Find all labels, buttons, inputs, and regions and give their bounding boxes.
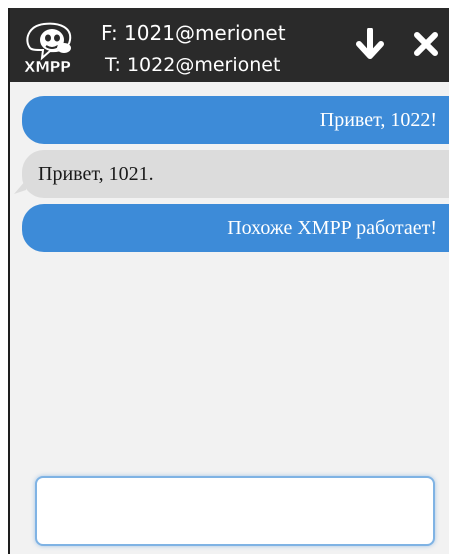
minimize-button[interactable] bbox=[352, 24, 388, 64]
from-address: F: 1021@merionet bbox=[101, 21, 286, 45]
message-outgoing: Привет, 1022! bbox=[22, 96, 449, 144]
logo-text: XMPP bbox=[24, 58, 71, 76]
chat-window: XMPP F: 1021@merionet T: 1022@merionet П… bbox=[8, 8, 449, 554]
message-input[interactable] bbox=[37, 478, 433, 544]
message-input-container[interactable] bbox=[35, 476, 435, 546]
message-text: Привет, 1021. bbox=[38, 162, 154, 185]
xmpp-logo-icon: XMPP bbox=[24, 22, 72, 76]
message-outgoing: Похоже XMPP работает! bbox=[22, 204, 449, 252]
bubble-tail bbox=[14, 180, 26, 194]
chat-header: XMPP F: 1021@merionet T: 1022@merionet bbox=[10, 8, 449, 82]
arrow-down-icon bbox=[356, 28, 384, 59]
close-icon bbox=[414, 32, 438, 56]
message-text: Похоже XMPP работает! bbox=[227, 216, 437, 239]
to-address: T: 1022@merionet bbox=[105, 54, 281, 76]
close-button[interactable] bbox=[408, 24, 444, 64]
message-text: Привет, 1022! bbox=[319, 108, 437, 131]
message-incoming: Привет, 1021. bbox=[14, 150, 449, 198]
